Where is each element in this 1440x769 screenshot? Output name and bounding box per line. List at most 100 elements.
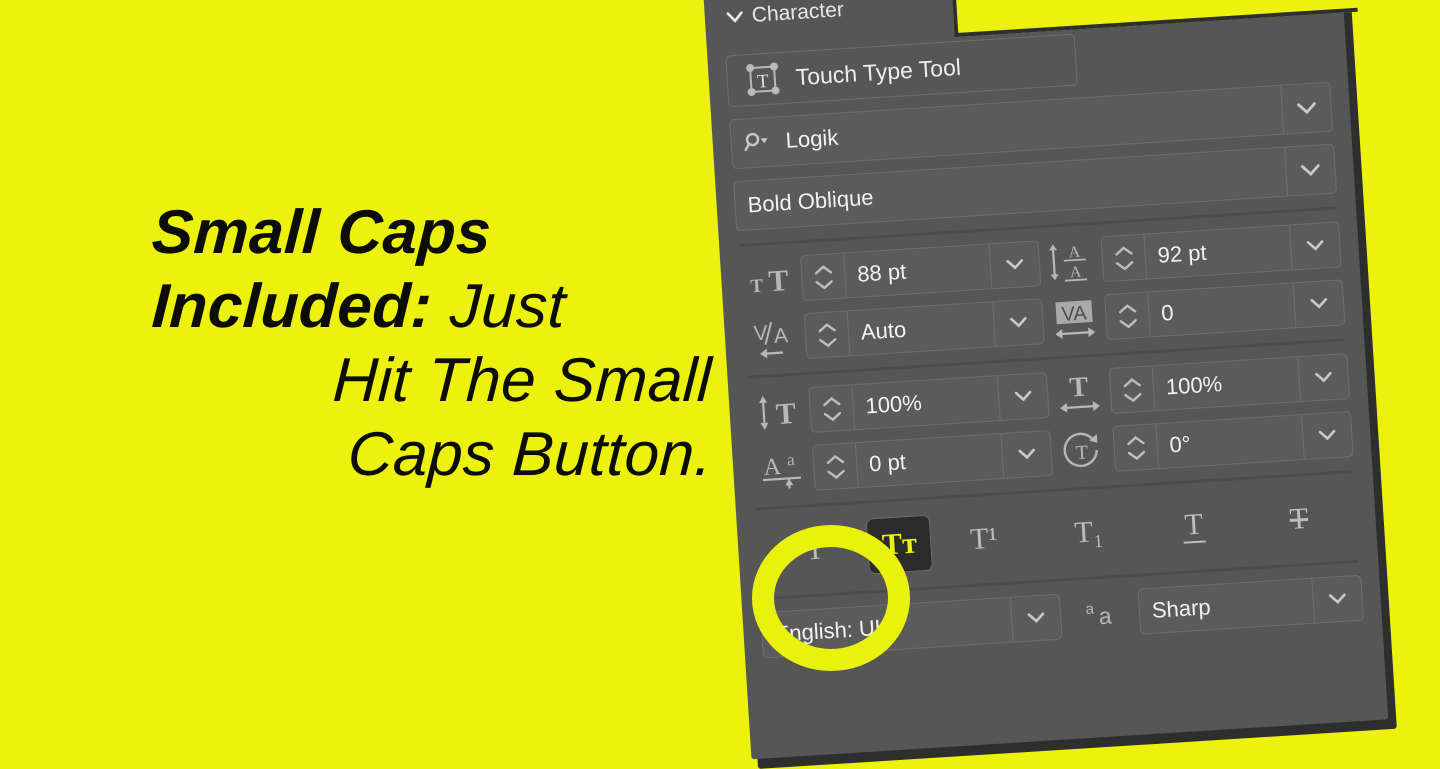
character-rotation-group: T 0°	[1050, 411, 1353, 476]
search-icon[interactable]	[731, 130, 774, 157]
vertical-scale-chevron[interactable]	[997, 373, 1049, 420]
horizontal-scale-stepper[interactable]	[1110, 366, 1156, 413]
tracking-stepper[interactable]	[1105, 292, 1151, 339]
tracking-group: VA 0	[1042, 279, 1345, 344]
panel-header[interactable]: Character	[726, 0, 844, 29]
leading-group: A A 92 pt	[1038, 221, 1341, 286]
subscript-label: T₁	[1074, 515, 1105, 551]
tracking-icon: VA	[1042, 295, 1107, 343]
baseline-shift-value: 0 pt	[856, 443, 1002, 478]
language-antialias-row: English: UK a a Sharp	[760, 575, 1364, 659]
character-rotation-stepper[interactable]	[1113, 424, 1159, 471]
promo-line-2-bold: Included:	[150, 270, 434, 344]
font-size-stepper[interactable]	[801, 254, 847, 301]
all-caps-label: T	[805, 532, 825, 567]
style-toggle-row: T Tᴛ T¹ T₁ T T	[755, 485, 1360, 585]
character-panel: Character T Touch Type Tool	[702, 0, 1391, 763]
strikethrough-label: T	[1289, 502, 1309, 537]
svg-text:T: T	[757, 71, 770, 93]
font-style-chevron[interactable]	[1284, 145, 1336, 196]
font-family-chevron[interactable]	[1280, 83, 1332, 134]
promo-line-3: Hit The Small	[152, 344, 712, 418]
vertical-scale-group: T 100%	[746, 372, 1049, 437]
horizontal-scale-value: 100%	[1153, 366, 1299, 401]
vertical-scale-stepper[interactable]	[809, 385, 855, 432]
underline-button[interactable]: T	[1140, 496, 1248, 556]
small-caps-button[interactable]: Tᴛ	[866, 515, 933, 575]
font-size-field[interactable]: 88 pt	[800, 240, 1041, 301]
horizontal-scale-chevron[interactable]	[1297, 354, 1349, 401]
small-caps-label: Tᴛ	[881, 527, 918, 563]
kerning-field[interactable]: Auto	[804, 298, 1045, 359]
font-style-value: Bold Oblique	[735, 159, 1287, 220]
svg-text:T: T	[775, 397, 797, 431]
promo-line-1: Small Caps	[152, 196, 712, 270]
svg-text:a: a	[1085, 600, 1095, 618]
svg-text:T: T	[1068, 371, 1089, 403]
touch-type-tool-button[interactable]: T Touch Type Tool	[725, 34, 1078, 108]
tracking-field[interactable]: 0	[1104, 279, 1345, 340]
horizontal-scale-field[interactable]: 100%	[1109, 353, 1350, 414]
character-rotation-value: 0°	[1157, 424, 1303, 459]
baseline-shift-chevron[interactable]	[1001, 431, 1053, 478]
character-rotation-icon: T	[1050, 427, 1115, 475]
promo-line-2: Included: Just	[152, 270, 712, 344]
leading-icon: A A	[1039, 237, 1104, 285]
leading-stepper[interactable]	[1101, 235, 1147, 282]
baseline-shift-group: A a 0 pt	[750, 430, 1053, 495]
chevron-down-icon[interactable]	[727, 11, 744, 23]
leading-value: 92 pt	[1145, 234, 1291, 269]
kerning-group: V A Auto	[742, 298, 1045, 363]
subscript-button[interactable]: T₁	[1035, 502, 1143, 562]
promo-line-1-text: Small Caps	[150, 196, 493, 270]
character-rotation-field[interactable]: 0°	[1112, 411, 1353, 472]
baseline-shift-field[interactable]: 0 pt	[812, 430, 1053, 491]
leading-chevron[interactable]	[1289, 222, 1341, 269]
promo-line-2-light: Just	[448, 270, 568, 344]
tracking-chevron[interactable]	[1293, 280, 1345, 327]
panel-body: Character T Touch Type Tool	[702, 0, 1389, 759]
svg-text:a: a	[1098, 602, 1113, 629]
vertical-scale-value: 100%	[853, 385, 999, 420]
promo-line-4-text: Caps Button.	[346, 418, 714, 492]
superscript-button[interactable]: T¹	[930, 509, 1038, 569]
superscript-label: T¹	[969, 521, 998, 557]
language-chevron[interactable]	[1010, 595, 1062, 642]
font-size-value: 88 pt	[844, 253, 990, 288]
baseline-shift-stepper[interactable]	[813, 443, 859, 490]
horizontal-scale-icon: T	[1047, 369, 1112, 417]
svg-text:A: A	[1069, 264, 1082, 282]
anti-alias-icon: a a	[1076, 593, 1124, 636]
font-size-chevron[interactable]	[989, 241, 1041, 288]
svg-text:A: A	[763, 454, 783, 481]
svg-text:A: A	[1068, 244, 1081, 262]
language-field[interactable]: English: UK	[760, 594, 1062, 659]
anti-alias-field[interactable]: Sharp	[1138, 575, 1364, 635]
font-size-group: T T 88 pt	[738, 240, 1041, 305]
svg-text:T: T	[768, 264, 790, 298]
anti-alias-chevron[interactable]	[1311, 576, 1363, 623]
underline-label: T	[1182, 509, 1206, 544]
leading-field[interactable]: 92 pt	[1100, 221, 1341, 282]
all-caps-button[interactable]: T	[761, 520, 869, 580]
tracking-value: 0	[1149, 292, 1295, 327]
promo-text-block: Small Caps Included: Just Hit The Small …	[152, 196, 712, 492]
strikethrough-button[interactable]: T	[1245, 489, 1353, 549]
anti-alias-value: Sharp	[1139, 588, 1313, 625]
font-size-icon: T T	[738, 259, 802, 301]
svg-text:VA: VA	[1061, 302, 1088, 326]
kerning-stepper[interactable]	[805, 311, 851, 358]
svg-text:a: a	[786, 450, 795, 469]
panel-title: Character	[751, 0, 845, 28]
promo-line-4: Caps Button.	[152, 418, 712, 492]
kerning-chevron[interactable]	[992, 299, 1044, 346]
character-rotation-chevron[interactable]	[1301, 412, 1353, 459]
kerning-value: Auto	[848, 311, 994, 346]
svg-text:T: T	[1075, 442, 1089, 465]
vertical-scale-field[interactable]: 100%	[808, 372, 1049, 433]
svg-text:T: T	[750, 276, 764, 298]
kerning-icon: V A	[742, 314, 807, 362]
baseline-shift-icon: A a	[750, 446, 815, 494]
touch-type-tool-label: Touch Type Tool	[795, 53, 962, 90]
touch-type-tool-icon: T	[745, 61, 781, 97]
